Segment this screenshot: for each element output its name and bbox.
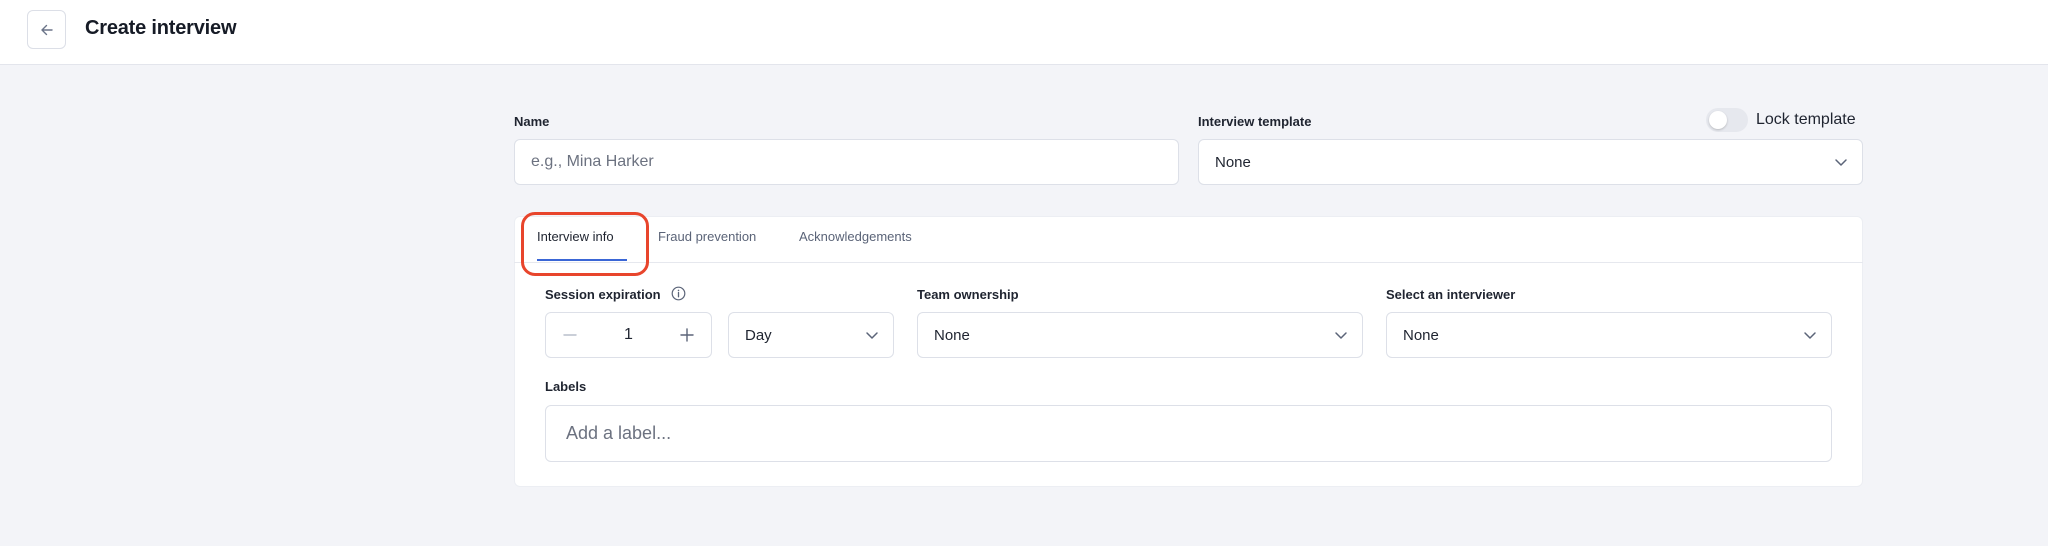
- active-tab-indicator: [537, 259, 627, 261]
- info-icon[interactable]: [671, 286, 686, 301]
- interview-template-value: None: [1215, 153, 1251, 171]
- labels-input[interactable]: [545, 405, 1832, 462]
- name-label: Name: [514, 114, 550, 129]
- interview-template-select[interactable]: None: [1198, 139, 1863, 185]
- expiration-unit-select[interactable]: Day: [728, 312, 894, 358]
- tab-acknowledgements[interactable]: Acknowledgements: [799, 229, 912, 244]
- back-button[interactable]: [27, 10, 66, 49]
- lock-template-label: Lock template: [1756, 111, 1856, 128]
- lock-template-toggle[interactable]: [1706, 108, 1748, 132]
- team-ownership-label: Team ownership: [917, 287, 1019, 302]
- chevron-down-icon: [1835, 159, 1847, 166]
- chevron-down-icon: [1335, 332, 1347, 339]
- tab-interview-info[interactable]: Interview info: [537, 229, 614, 244]
- session-expiration-stepper[interactable]: 1: [545, 312, 712, 358]
- team-ownership-select[interactable]: None: [917, 312, 1363, 358]
- name-input[interactable]: [514, 139, 1179, 185]
- toggle-knob: [1709, 111, 1727, 129]
- labels-label: Labels: [545, 379, 587, 394]
- chevron-down-icon: [866, 332, 878, 339]
- session-expiration-label: Session expiration: [545, 287, 661, 302]
- increment-button[interactable]: [667, 313, 707, 357]
- plus-icon: [680, 328, 694, 342]
- page-title: Create interview: [85, 17, 237, 39]
- chevron-down-icon: [1804, 332, 1816, 339]
- top-bar: Create interview: [0, 0, 2048, 65]
- tab-fraud-prevention[interactable]: Fraud prevention: [658, 229, 756, 244]
- team-ownership-value: None: [934, 326, 970, 344]
- interviewer-value: None: [1403, 326, 1439, 344]
- interviewer-select[interactable]: None: [1386, 312, 1832, 358]
- interview-template-label: Interview template: [1198, 114, 1312, 129]
- arrow-left-icon: [40, 24, 53, 35]
- interviewer-label: Select an interviewer: [1386, 287, 1516, 302]
- expiration-unit-value: Day: [745, 326, 772, 344]
